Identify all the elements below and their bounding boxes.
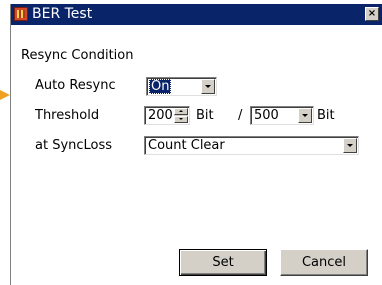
chevron-down-icon[interactable]: [298, 108, 312, 123]
close-button[interactable]: ×: [365, 7, 379, 21]
sync-loss-dropdown[interactable]: Count Clear: [144, 136, 359, 155]
arrow-pointer-icon: [0, 90, 10, 100]
auto-resync-dropdown[interactable]: On: [146, 77, 217, 96]
window-title: BER Test: [32, 6, 93, 22]
auto-resync-label: Auto Resync: [35, 78, 116, 93]
spin-up-icon[interactable]: [174, 108, 188, 115]
auto-resync-value: On: [149, 79, 172, 94]
sync-loss-label: at SyncLoss: [35, 138, 113, 153]
spin-down-icon[interactable]: [174, 116, 188, 123]
spin-buttons[interactable]: [174, 108, 188, 123]
threshold-total-unit: Bit: [317, 108, 335, 123]
sync-loss-value: Count Clear: [148, 138, 225, 153]
threshold-unit: Bit: [196, 108, 214, 123]
set-button[interactable]: Set: [179, 249, 267, 276]
threshold-total-value: 500: [254, 108, 279, 123]
threshold-value: 200: [148, 108, 173, 123]
threshold-separator: /: [238, 108, 243, 123]
chevron-down-icon[interactable]: [201, 79, 215, 94]
cancel-button[interactable]: Cancel: [280, 249, 368, 276]
threshold-label: Threshold: [35, 108, 100, 123]
section-label: Resync Condition: [21, 48, 134, 63]
app-icon: [14, 7, 28, 21]
title-bar[interactable]: BER Test ×: [11, 4, 382, 25]
chevron-down-icon[interactable]: [343, 138, 357, 153]
threshold-spinner[interactable]: 200: [144, 106, 190, 125]
ber-test-window: BER Test × Resync Condition Auto Resync …: [10, 4, 382, 285]
threshold-total-dropdown[interactable]: 500: [250, 106, 314, 125]
